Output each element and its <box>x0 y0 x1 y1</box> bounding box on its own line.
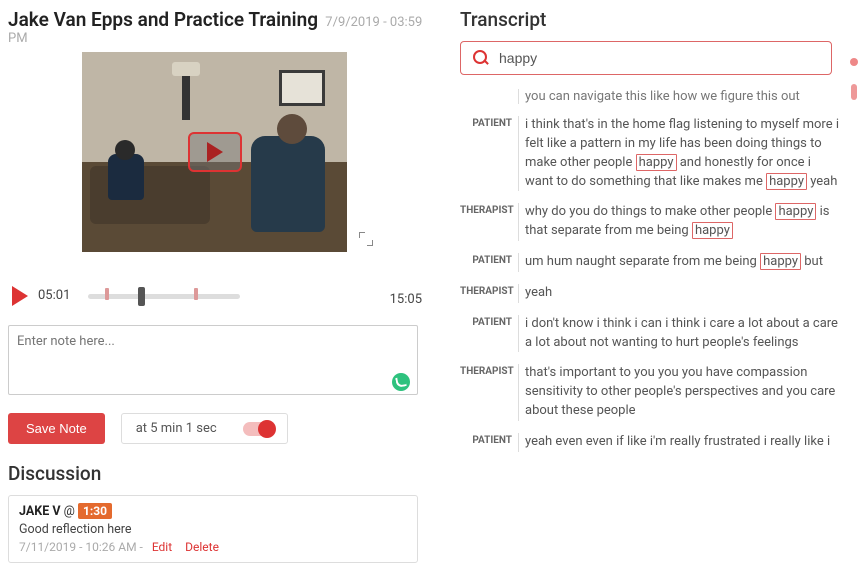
total-time: 15:05 <box>250 284 426 307</box>
comment-delete-link[interactable]: Delete <box>185 540 219 554</box>
discussion-heading: Discussion <box>8 462 430 485</box>
seek-track[interactable] <box>88 287 240 305</box>
search-icon <box>473 50 489 66</box>
comment-time-badge[interactable]: 1:30 <box>78 503 112 519</box>
timeline-marker[interactable] <box>105 288 109 300</box>
save-note-button[interactable]: Save Note <box>8 413 105 444</box>
note-input[interactable] <box>8 325 418 395</box>
speaker-label: THERAPIST <box>460 203 518 241</box>
transcript-list[interactable]: you can navigate this like how we figure… <box>460 89 840 509</box>
search-highlight: happy <box>760 253 801 270</box>
seek-thumb[interactable] <box>138 287 145 306</box>
utterance-text: yeah <box>518 284 840 303</box>
timestamp-toggle[interactable] <box>243 422 273 436</box>
comment-body: Good reflection here <box>19 522 407 537</box>
utterance-text: i think that's in the home flag listenin… <box>518 116 840 191</box>
transcript-row[interactable]: THERAPISTthat's important to you you you… <box>460 364 840 421</box>
comment-at-symbol: @ <box>64 504 75 519</box>
transcript-row[interactable]: PATIENTi think that's in the home flag l… <box>460 116 840 191</box>
speaker-label: THERAPIST <box>460 364 518 421</box>
search-highlight: happy <box>775 203 816 220</box>
transcript-partial-line: you can navigate this like how we figure… <box>518 89 840 104</box>
play-overlay-button[interactable] <box>188 132 242 172</box>
session-title: Jake Van Epps and Practice Training <box>8 8 318 31</box>
transcript-row[interactable]: PATIENTum hum naught separate from me be… <box>460 253 840 272</box>
utterance-text: yeah even even if like i'm really frustr… <box>518 433 840 452</box>
play-button[interactable] <box>12 286 28 306</box>
utterance-text: i don't know i think i can i think i car… <box>518 315 840 353</box>
speaker-label: PATIENT <box>460 315 518 353</box>
transcript-row[interactable]: THERAPISTyeah <box>460 284 840 303</box>
note-timestamp-label: at 5 min 1 sec <box>136 421 217 436</box>
search-highlight: happy <box>766 173 807 190</box>
search-highlight: happy <box>636 154 677 171</box>
transcript-row[interactable]: PATIENTi don't know i think i can i thin… <box>460 315 840 353</box>
transcript-search[interactable] <box>460 41 832 75</box>
session-title-row: Jake Van Epps and Practice Training 7/9/… <box>8 8 430 46</box>
speaker-label: PATIENT <box>460 433 518 452</box>
grammarly-icon[interactable] <box>392 373 410 391</box>
comment-timestamp: 7/11/2019 - 10:26 AM <box>19 540 137 554</box>
comment-edit-link[interactable]: Edit <box>152 540 172 554</box>
search-input[interactable] <box>499 50 819 66</box>
transcript-row[interactable]: PATIENTyeah even even if like i'm really… <box>460 433 840 452</box>
utterance-text: why do you do things to make other peopl… <box>518 203 840 241</box>
utterance-text: that's important to you you you have com… <box>518 364 840 421</box>
comment-author: JAKE V <box>19 504 61 519</box>
utterance-text: um hum naught separate from me being hap… <box>518 253 840 272</box>
speaker-label: PATIENT <box>460 253 518 272</box>
note-timestamp-box: at 5 min 1 sec <box>121 413 288 444</box>
scroll-thumb[interactable] <box>851 84 857 100</box>
scroll-marker[interactable] <box>850 58 858 66</box>
video-player[interactable] <box>82 52 347 252</box>
speaker-label: THERAPIST <box>460 284 518 303</box>
play-icon <box>207 142 223 162</box>
timeline-marker[interactable] <box>194 288 198 300</box>
fullscreen-icon[interactable] <box>359 232 373 246</box>
speaker-label: PATIENT <box>460 116 518 191</box>
transcript-scrollbar[interactable] <box>850 58 858 100</box>
transcript-row[interactable]: THERAPISTwhy do you do things to make ot… <box>460 203 840 241</box>
current-time: 05:01 <box>38 288 78 303</box>
search-highlight: happy <box>692 222 733 239</box>
discussion-comment: JAKE V @ 1:30 Good reflection here 7/11/… <box>8 495 418 563</box>
transcript-heading: Transcript <box>460 8 856 31</box>
